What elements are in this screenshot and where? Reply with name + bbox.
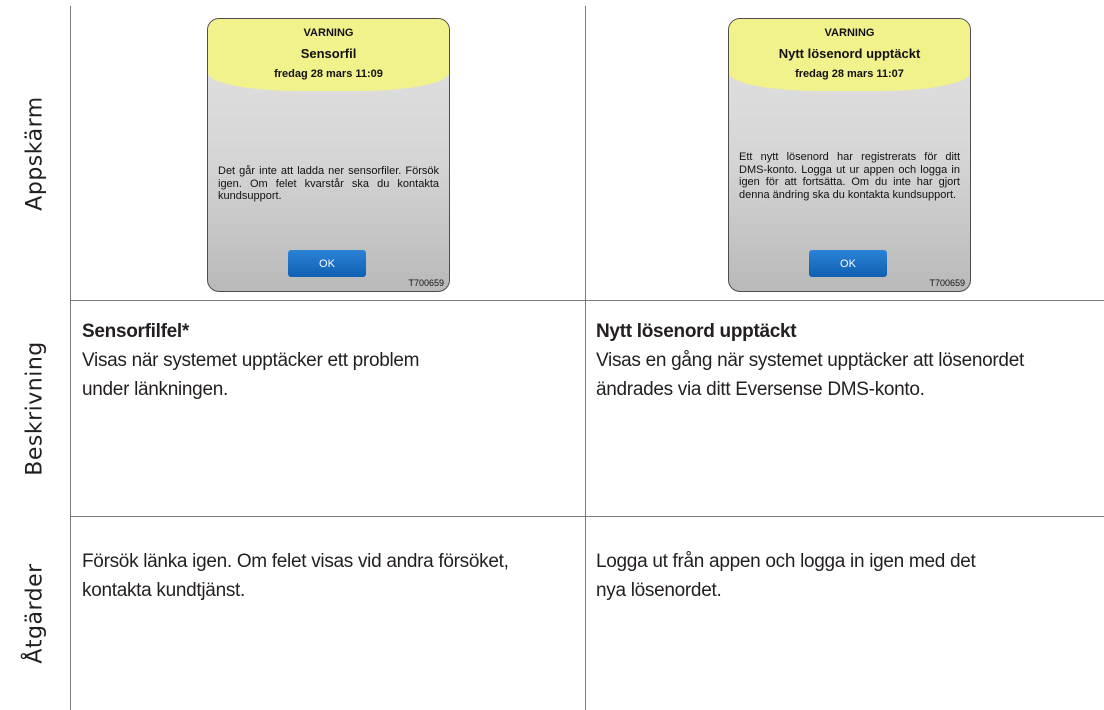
description-title: Nytt lösenord upptäckt	[596, 321, 797, 342]
alert-header: VARNING Sensorfil fredag 28 mars 11:09	[208, 19, 449, 91]
alert-title: Nytt lösenord upptäckt	[778, 46, 921, 61]
description-new-password: Nytt lösenord upptäckt Visas en gång när…	[596, 317, 1101, 404]
alert-message: Det går inte att ladda ner sensorfiler. …	[218, 165, 439, 202]
row-label-actions-text: Åtgärder	[22, 562, 48, 664]
row-label-description: Beskrivning	[0, 300, 70, 516]
alert-datetime: fredag 28 mars 11:09	[274, 68, 383, 80]
action-line: Försök länka igen. Om felet visas vid an…	[82, 551, 509, 572]
sensor-file-alert-screen: VARNING Sensorfil fredag 28 mars 11:09 D…	[207, 18, 450, 292]
figure-code: T700659	[408, 278, 444, 288]
row-label-description-text: Beskrivning	[22, 340, 48, 476]
action-line: Logga ut från appen och logga in igen me…	[596, 551, 976, 572]
row-divider-1	[70, 300, 1104, 301]
description-title: Sensorfilfel*	[82, 321, 189, 342]
column-divider-middle	[585, 6, 586, 710]
action-line: nya lösenordet.	[596, 580, 722, 601]
row-divider-2	[70, 516, 1104, 517]
action-new-password: Logga ut från appen och logga in igen me…	[596, 547, 1101, 605]
action-sensor-file: Försök länka igen. Om felet visas vid an…	[82, 547, 582, 605]
alert-message: Ett nytt lösenord har registrerats för d…	[739, 151, 960, 201]
alert-warning-label: VARNING	[824, 27, 875, 39]
column-divider-label	[70, 6, 71, 710]
ok-button[interactable]: OK	[288, 250, 366, 277]
description-line: ändrades via ditt Eversense DMS-konto.	[596, 379, 925, 400]
alert-datetime: fredag 28 mars 11:07	[795, 68, 904, 80]
ok-button[interactable]: OK	[809, 250, 887, 277]
new-password-alert-screen: VARNING Nytt lösenord upptäckt fredag 28…	[728, 18, 971, 292]
row-label-actions: Åtgärder	[0, 516, 70, 710]
action-line: kontakta kundtjänst.	[82, 580, 245, 601]
description-line: Visas en gång när systemet upptäcker att…	[596, 350, 1024, 371]
figure-code: T700659	[929, 278, 965, 288]
description-line: Visas när systemet upptäcker ett problem	[82, 350, 420, 371]
row-label-screen-text: Appskärm	[22, 95, 48, 211]
alert-warning-label: VARNING	[303, 27, 354, 39]
row-label-screen: Appskärm	[0, 6, 70, 300]
alert-header: VARNING Nytt lösenord upptäckt fredag 28…	[729, 19, 970, 91]
alert-title: Sensorfil	[300, 46, 357, 61]
description-line: under länkningen.	[82, 379, 228, 400]
description-sensor-file: Sensorfilfel* Visas när systemet upptäck…	[82, 317, 577, 404]
